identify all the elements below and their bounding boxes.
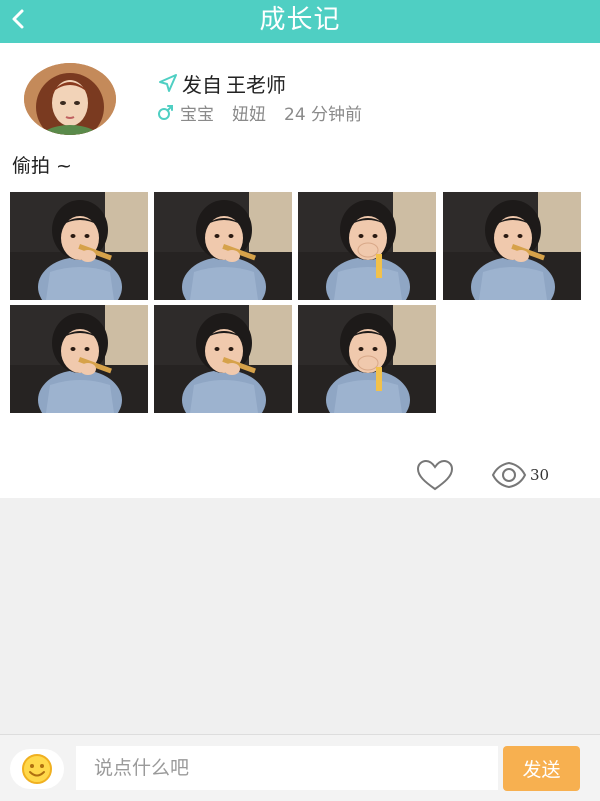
photo-thumbnail[interactable] xyxy=(154,305,292,413)
send-button[interactable]: 发送 xyxy=(503,746,580,791)
page-title: 成长记 xyxy=(259,5,341,35)
views-count: 30 xyxy=(530,466,550,484)
views-counter: 30 xyxy=(490,457,549,493)
photo-thumbnail[interactable] xyxy=(154,192,292,300)
post-text: 偷拍 ~ xyxy=(12,155,72,177)
post-author-line: 发自 王老师 xyxy=(158,69,286,97)
tag-baby: 宝宝 xyxy=(180,104,214,125)
top-bar: 成长记 xyxy=(0,0,600,43)
photo-thumbnail[interactable] xyxy=(443,192,581,300)
smiley-icon xyxy=(22,754,52,784)
post-meta-line: 宝宝 妞妞 24 分钟前 xyxy=(158,99,362,125)
emoji-button[interactable] xyxy=(10,749,64,789)
heart-icon[interactable] xyxy=(415,458,455,494)
author-prefix: 发自 xyxy=(182,72,222,97)
author-name: 王老师 xyxy=(226,72,286,97)
tag-name: 妞妞 xyxy=(232,104,266,125)
photo-thumbnail[interactable] xyxy=(10,305,148,413)
male-symbol-icon xyxy=(158,105,173,120)
avatar[interactable] xyxy=(24,63,116,135)
photo-thumbnail[interactable] xyxy=(298,305,436,413)
post-time: 24 分钟前 xyxy=(284,104,363,125)
eye-icon xyxy=(491,461,527,489)
photo-grid xyxy=(10,192,590,413)
comment-input[interactable] xyxy=(76,746,498,790)
send-arrow-icon xyxy=(159,74,177,92)
photo-thumbnail[interactable] xyxy=(298,192,436,300)
photo-thumbnail[interactable] xyxy=(10,192,148,300)
post-card: 发自 王老师 宝宝 妞妞 24 分钟前 偷拍 ~ 30 xyxy=(0,43,600,498)
comment-bar: 发送 xyxy=(0,734,600,801)
